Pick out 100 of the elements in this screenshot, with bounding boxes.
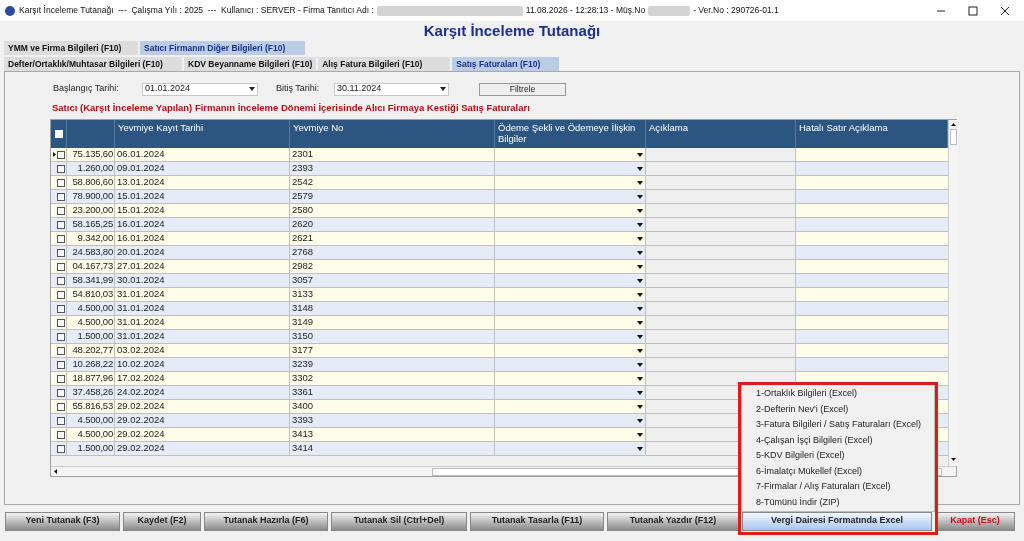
table-row[interactable]: 58.341,99 30.01.2024 3057 xyxy=(51,274,948,288)
caret-icon xyxy=(637,418,643,423)
title-text: 11.08.2026 - 12:28:13 - Müş.No xyxy=(525,4,646,17)
tab[interactable]: Defter/Ortaklık/Muhtasar Bilgileri (F10) xyxy=(4,57,182,71)
date-cell: 16.01.2024 xyxy=(115,218,290,231)
tab[interactable]: Satış Faturaları (F10) xyxy=(452,57,560,71)
caret-icon xyxy=(637,194,643,199)
number-cell: 3150 xyxy=(290,330,495,343)
table-row[interactable]: 78.900,00 15.01.2024 2579 xyxy=(51,190,948,204)
checkbox[interactable] xyxy=(57,220,65,229)
date-dropdown[interactable]: 30.11.2024 xyxy=(334,82,449,96)
number-cell: 2620 xyxy=(290,218,495,231)
table-row[interactable]: 75.135,60 06.01.2024 2301 xyxy=(51,148,948,162)
caret-icon xyxy=(637,250,643,255)
scroll-down-icon[interactable] xyxy=(949,455,958,464)
action-button[interactable]: Tutanak Hazırla (F6) xyxy=(204,511,328,531)
amount-cell: 10.268,22 xyxy=(67,358,115,371)
tab[interactable]: Alış Fatura Bilgileri (F10) xyxy=(318,57,451,71)
amount-cell: 1.260,00 xyxy=(67,162,115,175)
number-cell: 2982 xyxy=(290,260,495,273)
number-cell: 3302 xyxy=(290,372,495,385)
table-row[interactable]: 48.202,77 03.02.2024 3177 xyxy=(51,344,948,358)
scroll-left-icon[interactable] xyxy=(51,467,60,476)
table-row[interactable]: 4.500,00 31.01.2024 3148 xyxy=(51,302,948,316)
date-cell: 15.01.2024 xyxy=(115,204,290,217)
menu-item[interactable]: 7-Firmalar / Alış Faturaları (Excel) xyxy=(742,479,934,495)
number-cell: 2579 xyxy=(290,190,495,203)
checkbox[interactable] xyxy=(57,290,65,299)
action-button[interactable]: Tutanak Sil (Ctrl+Del) xyxy=(331,511,467,531)
date-dropdown[interactable]: 01.01.2024 xyxy=(142,82,258,96)
number-cell: 3177 xyxy=(290,344,495,357)
number-cell: 3149 xyxy=(290,316,495,329)
caret-icon xyxy=(637,376,643,381)
table-row[interactable]: 1.260,00 09.01.2024 2393 xyxy=(51,162,948,176)
checkbox[interactable] xyxy=(57,192,65,201)
caret-icon xyxy=(637,278,643,283)
form-heading: Karşıt İnceleme Tutanağı xyxy=(423,20,601,41)
checkbox[interactable] xyxy=(57,304,65,313)
table-row[interactable]: 10.268,22 10.02.2024 3239 xyxy=(51,358,948,372)
checkbox[interactable] xyxy=(57,164,65,173)
vertical-scrollbar[interactable] xyxy=(948,120,958,466)
menu-item[interactable]: 6-İmalatçı Mükellef (Excel) xyxy=(742,463,934,479)
caret-icon xyxy=(637,334,643,339)
checkbox[interactable] xyxy=(57,388,65,397)
table-row[interactable]: 4.500,00 31.01.2024 3149 xyxy=(51,316,948,330)
table-row[interactable]: 1.500,00 31.01.2024 3150 xyxy=(51,330,948,344)
checkbox[interactable] xyxy=(57,318,65,327)
scroll-thumb[interactable] xyxy=(950,129,957,145)
checkbox[interactable] xyxy=(57,402,65,411)
checkbox[interactable] xyxy=(57,234,65,243)
checkbox[interactable] xyxy=(57,206,65,215)
table-row[interactable]: 24.583,80 20.01.2024 2768 xyxy=(51,246,948,260)
date-cell: 15.01.2024 xyxy=(115,190,290,203)
scroll-up-icon[interactable] xyxy=(949,120,958,129)
checkbox[interactable] xyxy=(57,262,65,271)
action-button[interactable]: Tutanak Yazdır (F12) xyxy=(607,511,739,531)
close-icon[interactable] xyxy=(1000,5,1010,16)
action-button[interactable]: Yeni Tutanak (F3) xyxy=(5,511,120,531)
date-cell: 13.01.2024 xyxy=(115,176,290,189)
action-button[interactable]: Tutanak Tasarla (F11) xyxy=(470,511,604,531)
checkbox[interactable] xyxy=(57,374,65,383)
amount-cell: 9.342,00 xyxy=(67,232,115,245)
table-row[interactable]: 04.167,73 27.01.2024 2982 xyxy=(51,260,948,274)
checkbox[interactable] xyxy=(57,360,65,369)
table-row[interactable]: 58.165,25 16.01.2024 2620 xyxy=(51,218,948,232)
checkbox[interactable] xyxy=(57,178,65,187)
date-cell: 29.02.2024 xyxy=(115,414,290,427)
menu-item[interactable]: 2-Defterin Nev'i (Excel) xyxy=(742,401,934,417)
amount-cell: 55.816,53 xyxy=(67,400,115,413)
checkbox[interactable] xyxy=(57,346,65,355)
table-row[interactable]: 23.200,00 15.01.2024 2580 xyxy=(51,204,948,218)
number-cell: 2768 xyxy=(290,246,495,259)
caret-icon xyxy=(637,166,643,171)
checkbox[interactable] xyxy=(57,150,65,159)
table-row[interactable]: 58.806,60 13.01.2024 2542 xyxy=(51,176,948,190)
menu-item[interactable]: 8-Tümünü İndir (ZIP) xyxy=(742,494,934,510)
checkbox[interactable] xyxy=(57,332,65,341)
checkbox[interactable] xyxy=(57,430,65,439)
checkbox[interactable] xyxy=(57,276,65,285)
checkbox[interactable] xyxy=(57,248,65,257)
amount-cell: 23.200,00 xyxy=(67,204,115,217)
tab[interactable]: YMM ve Firma Bilgileri (F10) xyxy=(4,41,138,55)
field-label: Başlangıç Tarihi: xyxy=(53,82,120,96)
filter-button[interactable]: Filtrele xyxy=(479,82,566,96)
table-row[interactable]: 9.342,00 16.01.2024 2621 xyxy=(51,232,948,246)
close-button[interactable]: Kapat (Esc) xyxy=(935,511,1015,531)
date-cell: 17.02.2024 xyxy=(115,372,290,385)
checkbox[interactable] xyxy=(57,444,65,453)
amount-cell: 78.900,00 xyxy=(67,190,115,203)
amount-cell: 75.135,60 xyxy=(67,148,115,161)
action-button[interactable]: Kaydet (F2) xyxy=(123,511,201,531)
tab[interactable]: Satıcı Firmanın Diğer Bilgileri (F10) xyxy=(140,41,305,55)
number-cell: 3239 xyxy=(290,358,495,371)
menu-item[interactable]: 1-Ortaklık Bilgileri (Excel) xyxy=(742,386,934,402)
table-row[interactable]: 18.877,96 17.02.2024 3302 xyxy=(51,372,948,386)
maximize-icon[interactable] xyxy=(968,5,978,16)
caret-icon xyxy=(637,362,643,367)
table-row[interactable]: 54.810,03 31.01.2024 3133 xyxy=(51,288,948,302)
checkbox[interactable] xyxy=(57,416,65,425)
tab[interactable]: KDV Beyanname Bilgileri (F10) xyxy=(184,57,317,71)
